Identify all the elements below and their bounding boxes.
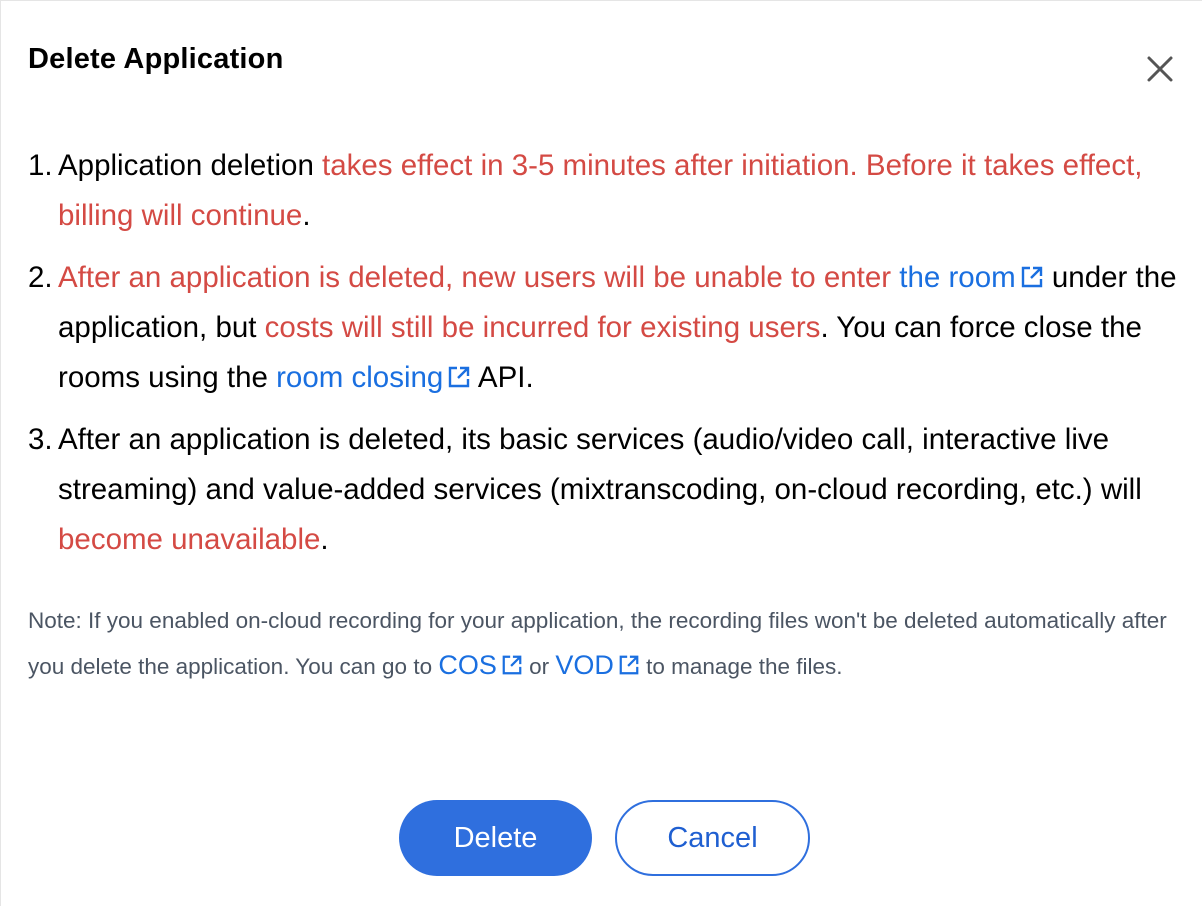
warning-list: 1. Application deletion takes effect in …	[28, 141, 1183, 577]
list-item-text: .	[320, 523, 329, 556]
list-item-text: Application deletion	[58, 149, 323, 182]
list-item-number: 3.	[28, 423, 53, 456]
cos-link-label: COS	[438, 650, 497, 680]
list-item: 2. After an application is deleted, new …	[28, 253, 1183, 403]
list-item-number: 1.	[28, 149, 53, 182]
note-text: Note: If you enabled on-cloud recording …	[28, 598, 1178, 689]
list-item: 1. Application deletion takes effect in …	[28, 141, 1183, 241]
external-link-icon	[502, 655, 522, 675]
dialog-title: Delete Application	[28, 43, 284, 75]
external-link-icon	[449, 366, 470, 388]
list-item-text: After an application is deleted, its bas…	[58, 423, 1142, 506]
vod-link-label: VOD	[555, 650, 614, 680]
external-link-icon	[619, 655, 639, 675]
list-item-warning-text: costs will still be incurred for existin…	[264, 311, 821, 344]
close-icon	[1147, 56, 1173, 82]
cos-link[interactable]: COS	[438, 650, 523, 680]
list-item: 3. After an application is deleted, its …	[28, 415, 1183, 565]
note-text-part: to manage the files.	[639, 654, 843, 679]
delete-button[interactable]: Delete	[399, 800, 592, 876]
external-link-icon	[1021, 266, 1042, 288]
delete-application-dialog: Delete Application 1. Application deleti…	[0, 0, 1202, 906]
note-text-part: or	[522, 654, 556, 679]
room-closing-link[interactable]: room closing	[276, 361, 471, 394]
the-room-link[interactable]: the room	[899, 261, 1043, 294]
list-item-warning-text: After an application is deleted, new use…	[58, 261, 900, 294]
list-item-text: API.	[471, 361, 534, 394]
the-room-link-label: the room	[899, 261, 1016, 294]
list-item-number: 2.	[28, 261, 53, 294]
cancel-button[interactable]: Cancel	[615, 800, 810, 876]
room-closing-link-label: room closing	[276, 361, 444, 394]
dialog-actions: Delete Cancel	[1, 800, 1202, 876]
close-button[interactable]	[1144, 53, 1176, 85]
list-item-warning-text: become unavailable	[58, 523, 321, 556]
vod-link[interactable]: VOD	[555, 650, 640, 680]
list-item-text: .	[302, 199, 311, 232]
